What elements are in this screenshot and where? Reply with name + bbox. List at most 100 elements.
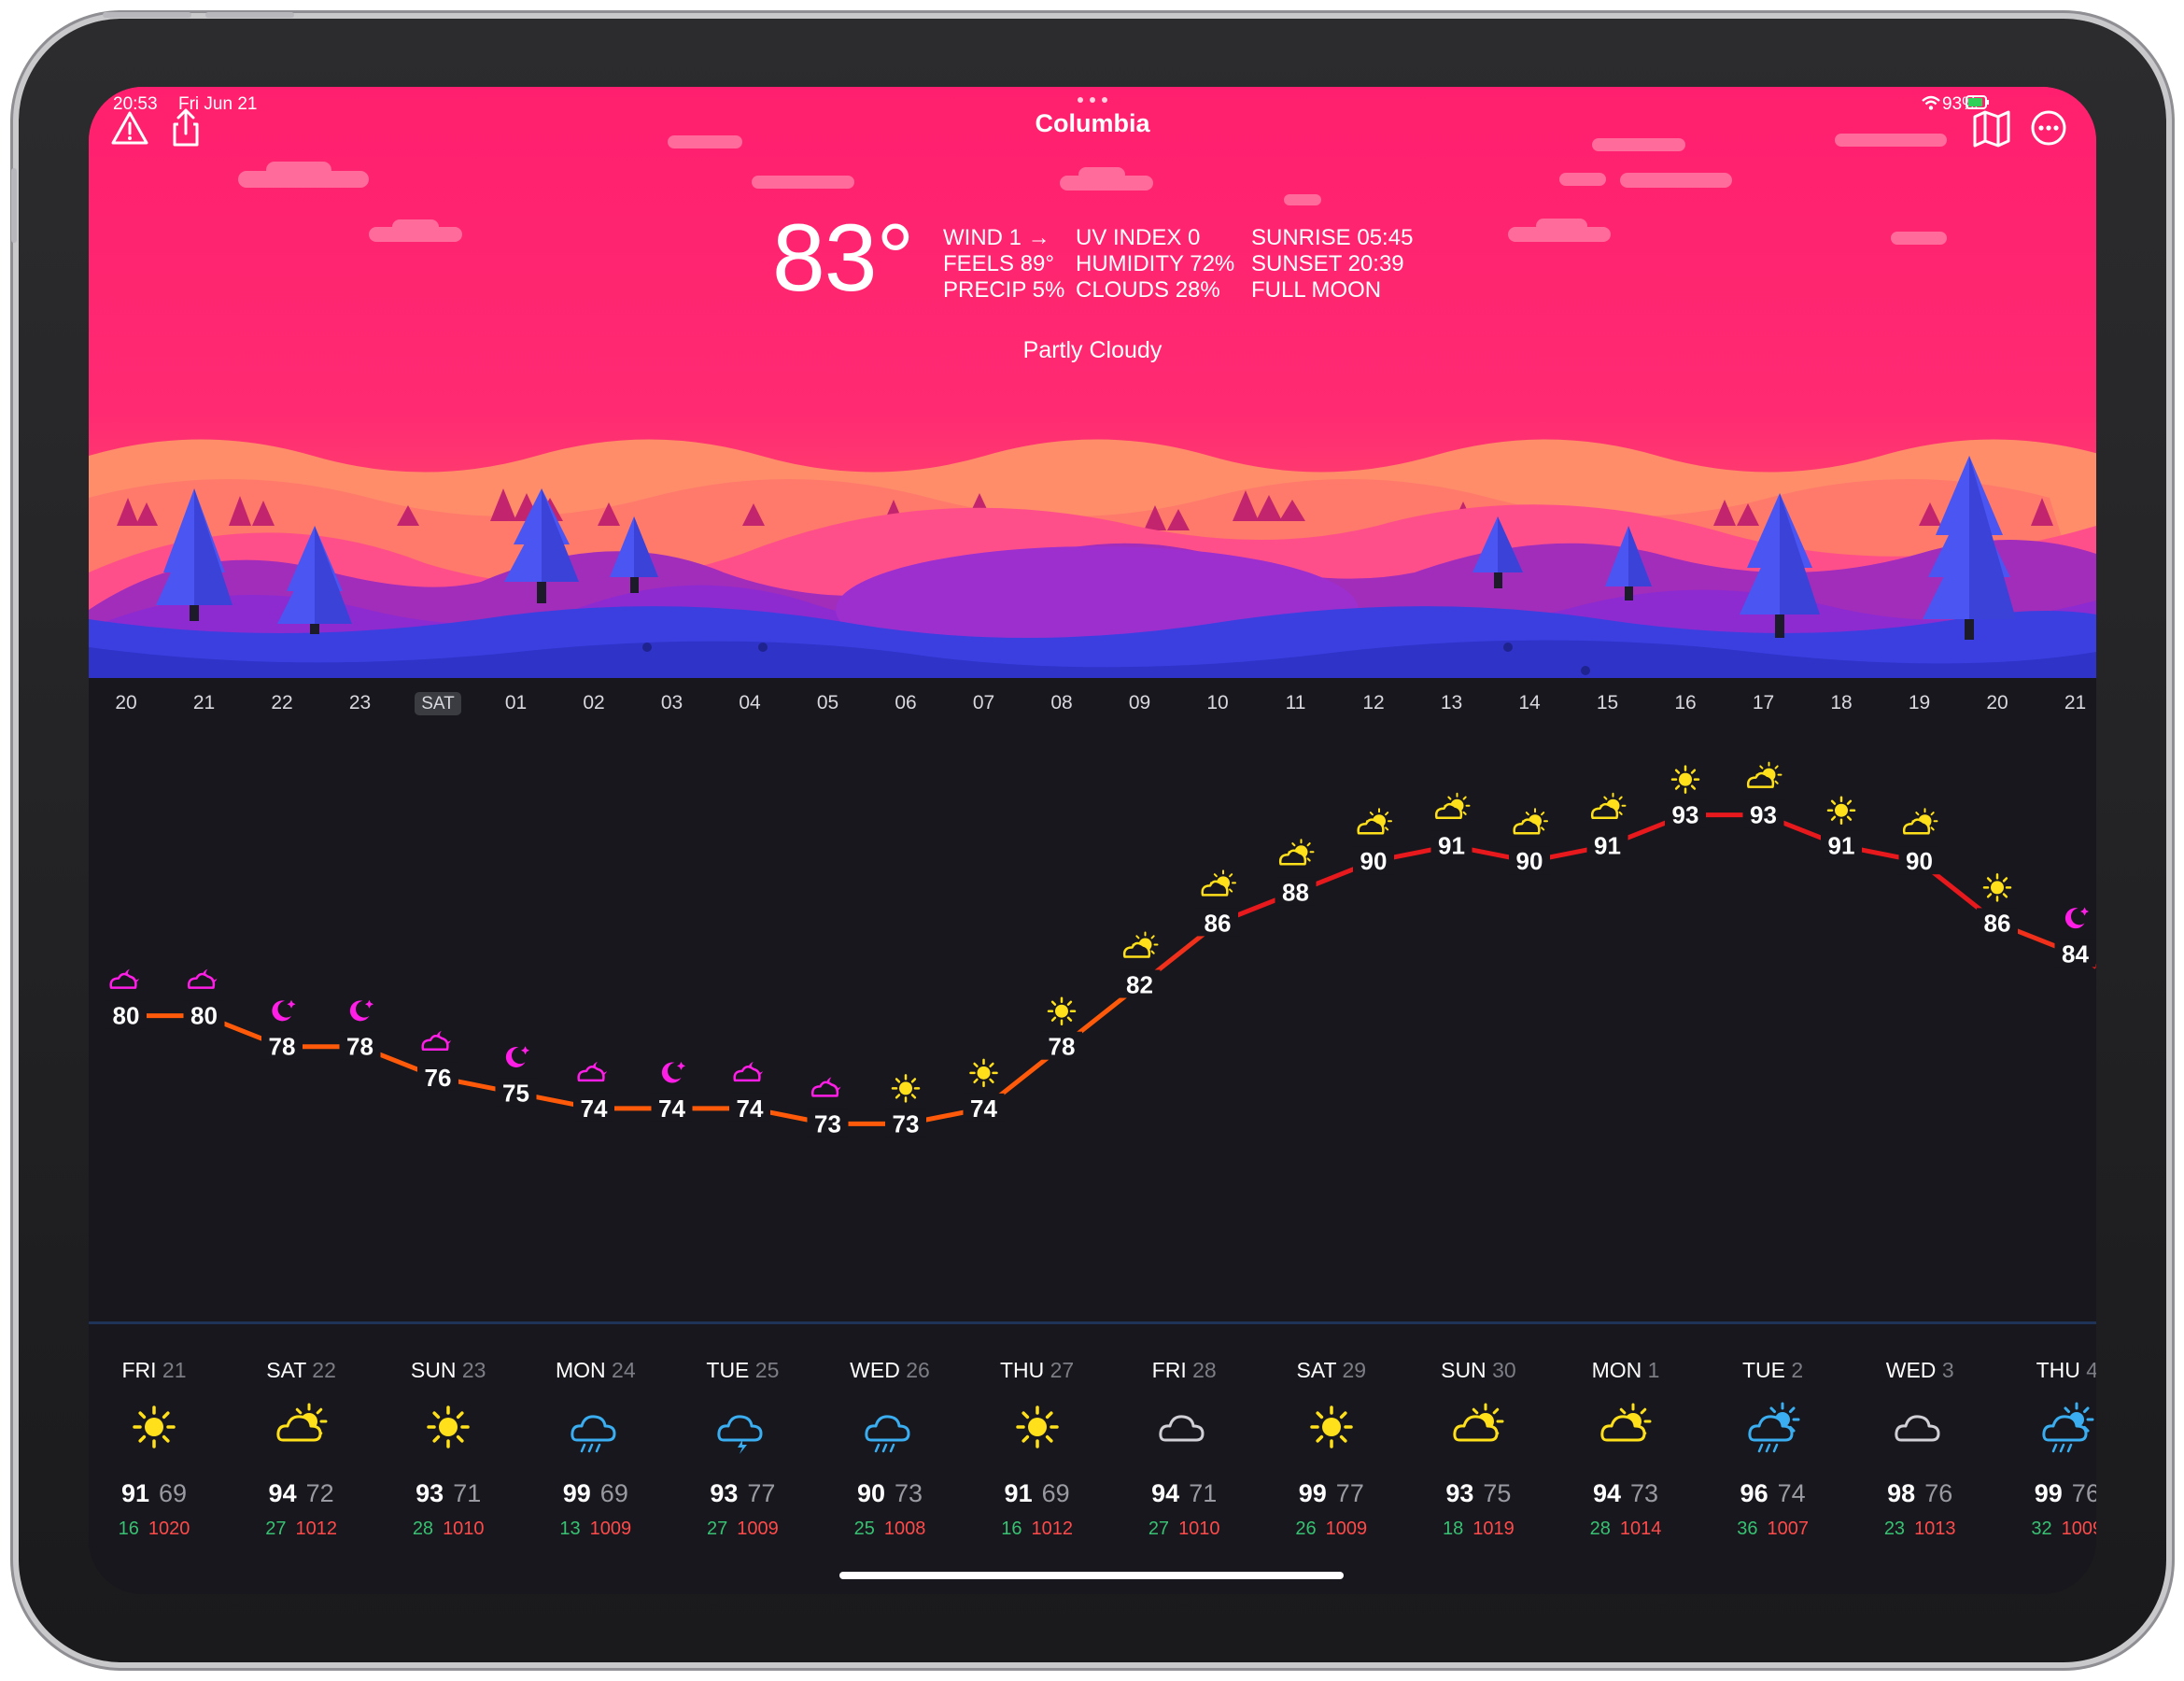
temperature-point-label: 73: [814, 1109, 841, 1137]
day-pressure: 1020: [148, 1519, 190, 1539]
partly-cloudy-icon: [275, 1403, 328, 1442]
humidity-stat: HUMIDITY 72%: [1076, 251, 1235, 276]
sun-icon: [969, 1058, 998, 1088]
day-label: THU: [2036, 1358, 2080, 1382]
temperature-point-label: 73: [893, 1109, 920, 1137]
day-temps: 90 73: [820, 1479, 960, 1508]
day-date: 4: [2086, 1358, 2096, 1382]
feels-like-stat: FEELS 89°: [943, 251, 1054, 276]
clouds-stat: CLOUDS 28%: [1076, 277, 1220, 303]
day-pressure: 1007: [1767, 1519, 1809, 1539]
sun-cloud-icon: [1902, 808, 1938, 835]
partly-cloudy-icon: [1600, 1403, 1652, 1442]
sun-cloud-icon: [1513, 808, 1548, 835]
hour-label: 12: [1362, 692, 1385, 713]
day-temps: 98 76: [1850, 1479, 1990, 1508]
temperature-point-label: 78: [269, 1033, 296, 1061]
temperature-point-label: 82: [1126, 971, 1153, 999]
day-extra: 26 1009: [1261, 1519, 1402, 1540]
day-pressure: 1009: [589, 1519, 632, 1539]
sun-icon: [427, 1406, 470, 1448]
temperature-point-label: 93: [1750, 801, 1777, 829]
partly-cloudy-icon: [1453, 1403, 1504, 1442]
day-pressure: 1012: [1031, 1519, 1073, 1539]
day-pressure: 1009: [1325, 1519, 1368, 1539]
multitasking-dots[interactable]: [1077, 96, 1108, 104]
day-date: 28: [1192, 1358, 1217, 1382]
day-extra: 27 1010: [1114, 1519, 1254, 1540]
day-uv: 23: [1883, 1519, 1906, 1539]
day-extra: 18 1019: [1408, 1519, 1548, 1540]
day-uv: 13: [559, 1519, 581, 1539]
sun-cloud-icon: [1590, 792, 1627, 819]
day-name: SUN 30: [1408, 1358, 1548, 1383]
day-label: WED: [850, 1358, 900, 1382]
day-uv: 32: [2031, 1519, 2052, 1539]
day-name: SAT 29: [1261, 1358, 1402, 1383]
day-date: 3: [1941, 1358, 1954, 1382]
day-label: SAT: [266, 1358, 306, 1382]
day-uv: 16: [1001, 1519, 1022, 1539]
day-low: 71: [453, 1479, 482, 1507]
hour-label: 08: [1050, 692, 1073, 713]
day-date: 2: [1791, 1358, 1804, 1382]
sun-cloud-icon: [1122, 931, 1159, 958]
temperature-point-label: 90: [1516, 847, 1543, 875]
day-label: TUE: [706, 1358, 750, 1382]
sun-icon: [133, 1406, 176, 1448]
day-extra: 27 1009: [672, 1519, 812, 1540]
sun-icon: [1982, 873, 2012, 902]
day-low: 75: [1483, 1479, 1512, 1507]
sun-icon: [1047, 996, 1077, 1025]
night-cloud-icon: [577, 1061, 607, 1082]
cloud-icon: [1895, 1415, 1940, 1442]
city-name[interactable]: Columbia: [89, 109, 2096, 138]
day-pressure: 1010: [1178, 1519, 1220, 1539]
day-temps: 94 71: [1114, 1479, 1254, 1508]
temperature-point-label: 90: [1360, 847, 1388, 875]
day-high: 94: [1592, 1479, 1621, 1507]
day-date: 27: [1050, 1358, 1075, 1382]
hour-label: 07: [972, 692, 995, 713]
temperature-point-label: 74: [581, 1095, 608, 1123]
day-date: 21: [162, 1358, 187, 1382]
day-high: 94: [1151, 1479, 1180, 1507]
temperature-point-label: 75: [502, 1079, 529, 1107]
home-indicator[interactable]: [839, 1572, 1344, 1579]
day-name: SAT 22: [232, 1358, 372, 1383]
day-date: 29: [1342, 1358, 1367, 1382]
sun-rain-icon: [1747, 1402, 1800, 1453]
day-extra: 27 1012: [232, 1519, 372, 1540]
day-name: TUE 2: [1703, 1358, 1843, 1383]
day-temps: 96 74: [1703, 1479, 1843, 1508]
hour-label: 01: [504, 692, 528, 713]
moon-icon: [272, 999, 296, 1022]
day-temps: 93 71: [378, 1479, 518, 1508]
hourly-temperature-chart[interactable]: 80 80 78 78 76 75 74 74 74 73 73 74 78 82 86 88 90 91 90 91…: [89, 731, 2096, 1310]
day-temps: 93 77: [672, 1479, 812, 1508]
day-temps: 93 75: [1408, 1479, 1548, 1508]
day-pressure: 1008: [883, 1519, 926, 1539]
day-date: 22: [312, 1358, 336, 1382]
daily-forecast-strip[interactable]: FRI 21 91 69 16 1020 SAT 22 94 72 27 1012 SUN 23 93…: [89, 1324, 2096, 1567]
day-name: WED 3: [1850, 1358, 1990, 1383]
hour-label: 13: [1440, 692, 1463, 713]
sunset-stat: SUNSET 20:39: [1251, 251, 1404, 276]
hour-label: SAT: [410, 692, 466, 715]
day-name: FRI 21: [89, 1358, 224, 1383]
hour-label: 20: [1986, 692, 2008, 713]
temperature-point-label: 86: [1984, 909, 2011, 937]
volume-button: [11, 168, 17, 243]
day-label: SUN: [410, 1358, 457, 1382]
hour-label: 15: [1596, 692, 1619, 713]
temperature-point-label: 84: [2062, 939, 2089, 968]
day-high: 93: [1445, 1479, 1474, 1507]
day-temps: 99 69: [526, 1479, 666, 1508]
day-extra: 16 1012: [967, 1519, 1107, 1540]
moon-icon: [349, 999, 373, 1022]
day-name: MON 1: [1556, 1358, 1696, 1383]
day-high: 99: [562, 1479, 591, 1507]
day-low: 72: [305, 1479, 334, 1507]
day-uv: 27: [1148, 1519, 1170, 1539]
thunderstorm-icon: [717, 1415, 763, 1454]
